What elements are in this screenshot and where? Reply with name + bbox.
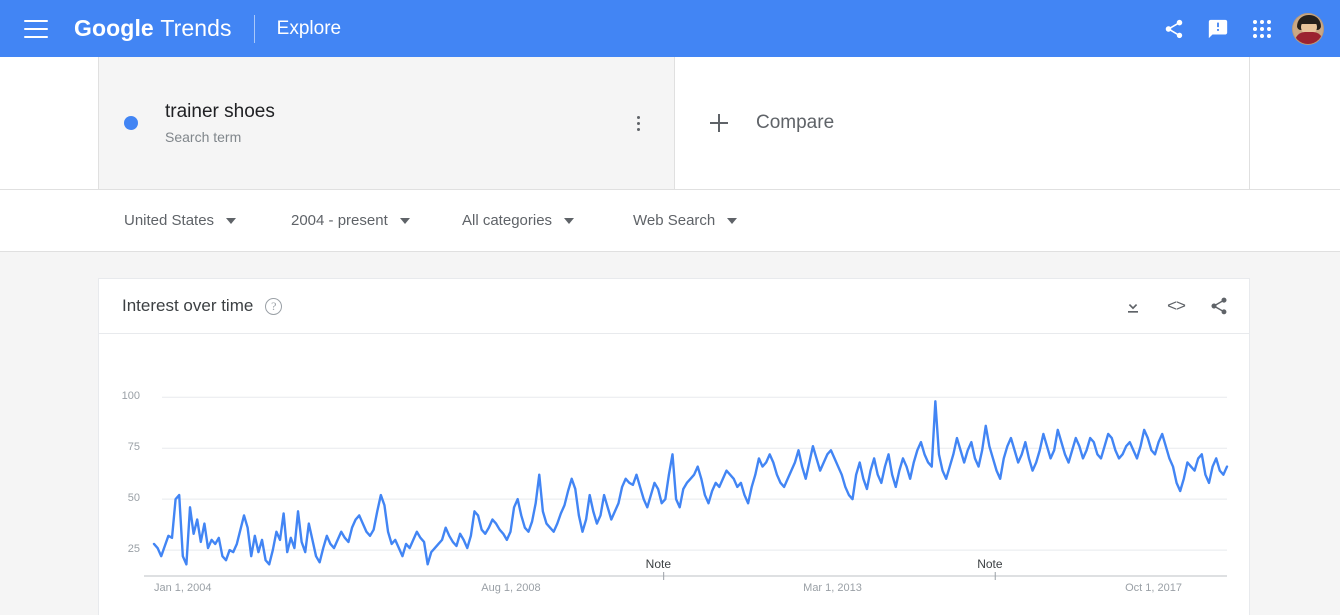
explore-link[interactable]: Explore bbox=[277, 18, 341, 40]
page-title: Interest over time bbox=[122, 296, 254, 315]
chart-x-tick-label: Aug 1, 2008 bbox=[481, 582, 541, 594]
filter-category-label: All categories bbox=[462, 212, 553, 229]
filter-location[interactable]: United States bbox=[124, 212, 237, 229]
chevron-down-icon bbox=[399, 217, 410, 224]
chevron-down-icon bbox=[727, 217, 738, 224]
more-options-icon[interactable] bbox=[626, 111, 650, 135]
compare-label: Compare bbox=[756, 112, 835, 133]
chart-note-label[interactable]: Note bbox=[646, 557, 671, 571]
chart-y-tick-label: 100 bbox=[121, 390, 140, 403]
share-icon[interactable] bbox=[1152, 7, 1196, 51]
chart-x-tick-label: Mar 1, 2013 bbox=[803, 582, 862, 594]
top-app-bar: Google Trends Explore bbox=[0, 0, 1340, 57]
filter-search-type-label: Web Search bbox=[633, 212, 716, 229]
chart-y-tick-label: 25 bbox=[127, 543, 140, 556]
help-icon[interactable]: ? bbox=[265, 297, 283, 315]
chart-y-tick-label: 50 bbox=[127, 492, 140, 505]
embed-code-icon[interactable]: <> bbox=[1164, 294, 1188, 318]
series-color-dot bbox=[124, 116, 138, 130]
search-term-card[interactable]: trainer shoes Search term bbox=[98, 57, 675, 189]
chart-note-label[interactable]: Note bbox=[977, 557, 1002, 571]
filter-bar: United States 2004 - present All categor… bbox=[0, 190, 1340, 252]
plus-icon bbox=[710, 114, 728, 132]
brand-google: Google bbox=[74, 15, 154, 41]
filter-search-type[interactable]: Web Search bbox=[633, 212, 738, 229]
search-term-title: trainer shoes bbox=[165, 100, 275, 122]
search-terms-row: trainer shoes Search term Compare bbox=[0, 57, 1340, 190]
interest-over-time-plot[interactable]: 100 75 50 25 Jan 1, 2004 Aug 1, 2008 Mar 1, 2… bbox=[99, 334, 1249, 615]
embed-code-glyph: <> bbox=[1167, 296, 1186, 315]
hamburger-menu-icon[interactable] bbox=[24, 19, 48, 38]
chart-card-actions: <> bbox=[1121, 294, 1231, 318]
brand-trends: Trends bbox=[160, 15, 232, 41]
apps-grid-icon[interactable] bbox=[1240, 7, 1284, 51]
chart-x-tick-label: Jan 1, 2004 bbox=[154, 582, 212, 594]
feedback-icon[interactable] bbox=[1196, 7, 1240, 51]
filter-time-range[interactable]: 2004 - present bbox=[291, 212, 410, 229]
share-icon[interactable] bbox=[1207, 294, 1231, 318]
user-avatar[interactable] bbox=[1292, 12, 1324, 45]
compare-card[interactable]: Compare bbox=[676, 57, 1250, 189]
search-term-texts: trainer shoes Search term bbox=[165, 100, 275, 147]
page-body: Interest over time ? <> 100 75 50 25 Jan… bbox=[0, 252, 1340, 615]
filter-time-range-label: 2004 - present bbox=[291, 212, 388, 229]
google-trends-logo[interactable]: Google Trends bbox=[74, 15, 232, 42]
chart-line-series bbox=[152, 400, 1229, 566]
chart-svg bbox=[144, 396, 1229, 580]
filter-category[interactable]: All categories bbox=[462, 212, 575, 229]
chevron-down-icon bbox=[226, 217, 237, 224]
interest-over-time-card: Interest over time ? <> 100 75 50 25 Jan… bbox=[98, 278, 1250, 615]
search-term-subtitle: Search term bbox=[165, 128, 242, 145]
chart-x-tick-label: Oct 1, 2017 bbox=[1125, 582, 1182, 594]
chart-y-tick-label: 75 bbox=[127, 441, 140, 454]
chevron-down-icon bbox=[564, 217, 575, 224]
chart-card-header: Interest over time ? <> bbox=[99, 279, 1249, 334]
download-icon[interactable] bbox=[1121, 294, 1145, 318]
app-bar-actions bbox=[1152, 7, 1324, 51]
header-divider bbox=[253, 14, 255, 43]
filter-location-label: United States bbox=[124, 212, 215, 229]
